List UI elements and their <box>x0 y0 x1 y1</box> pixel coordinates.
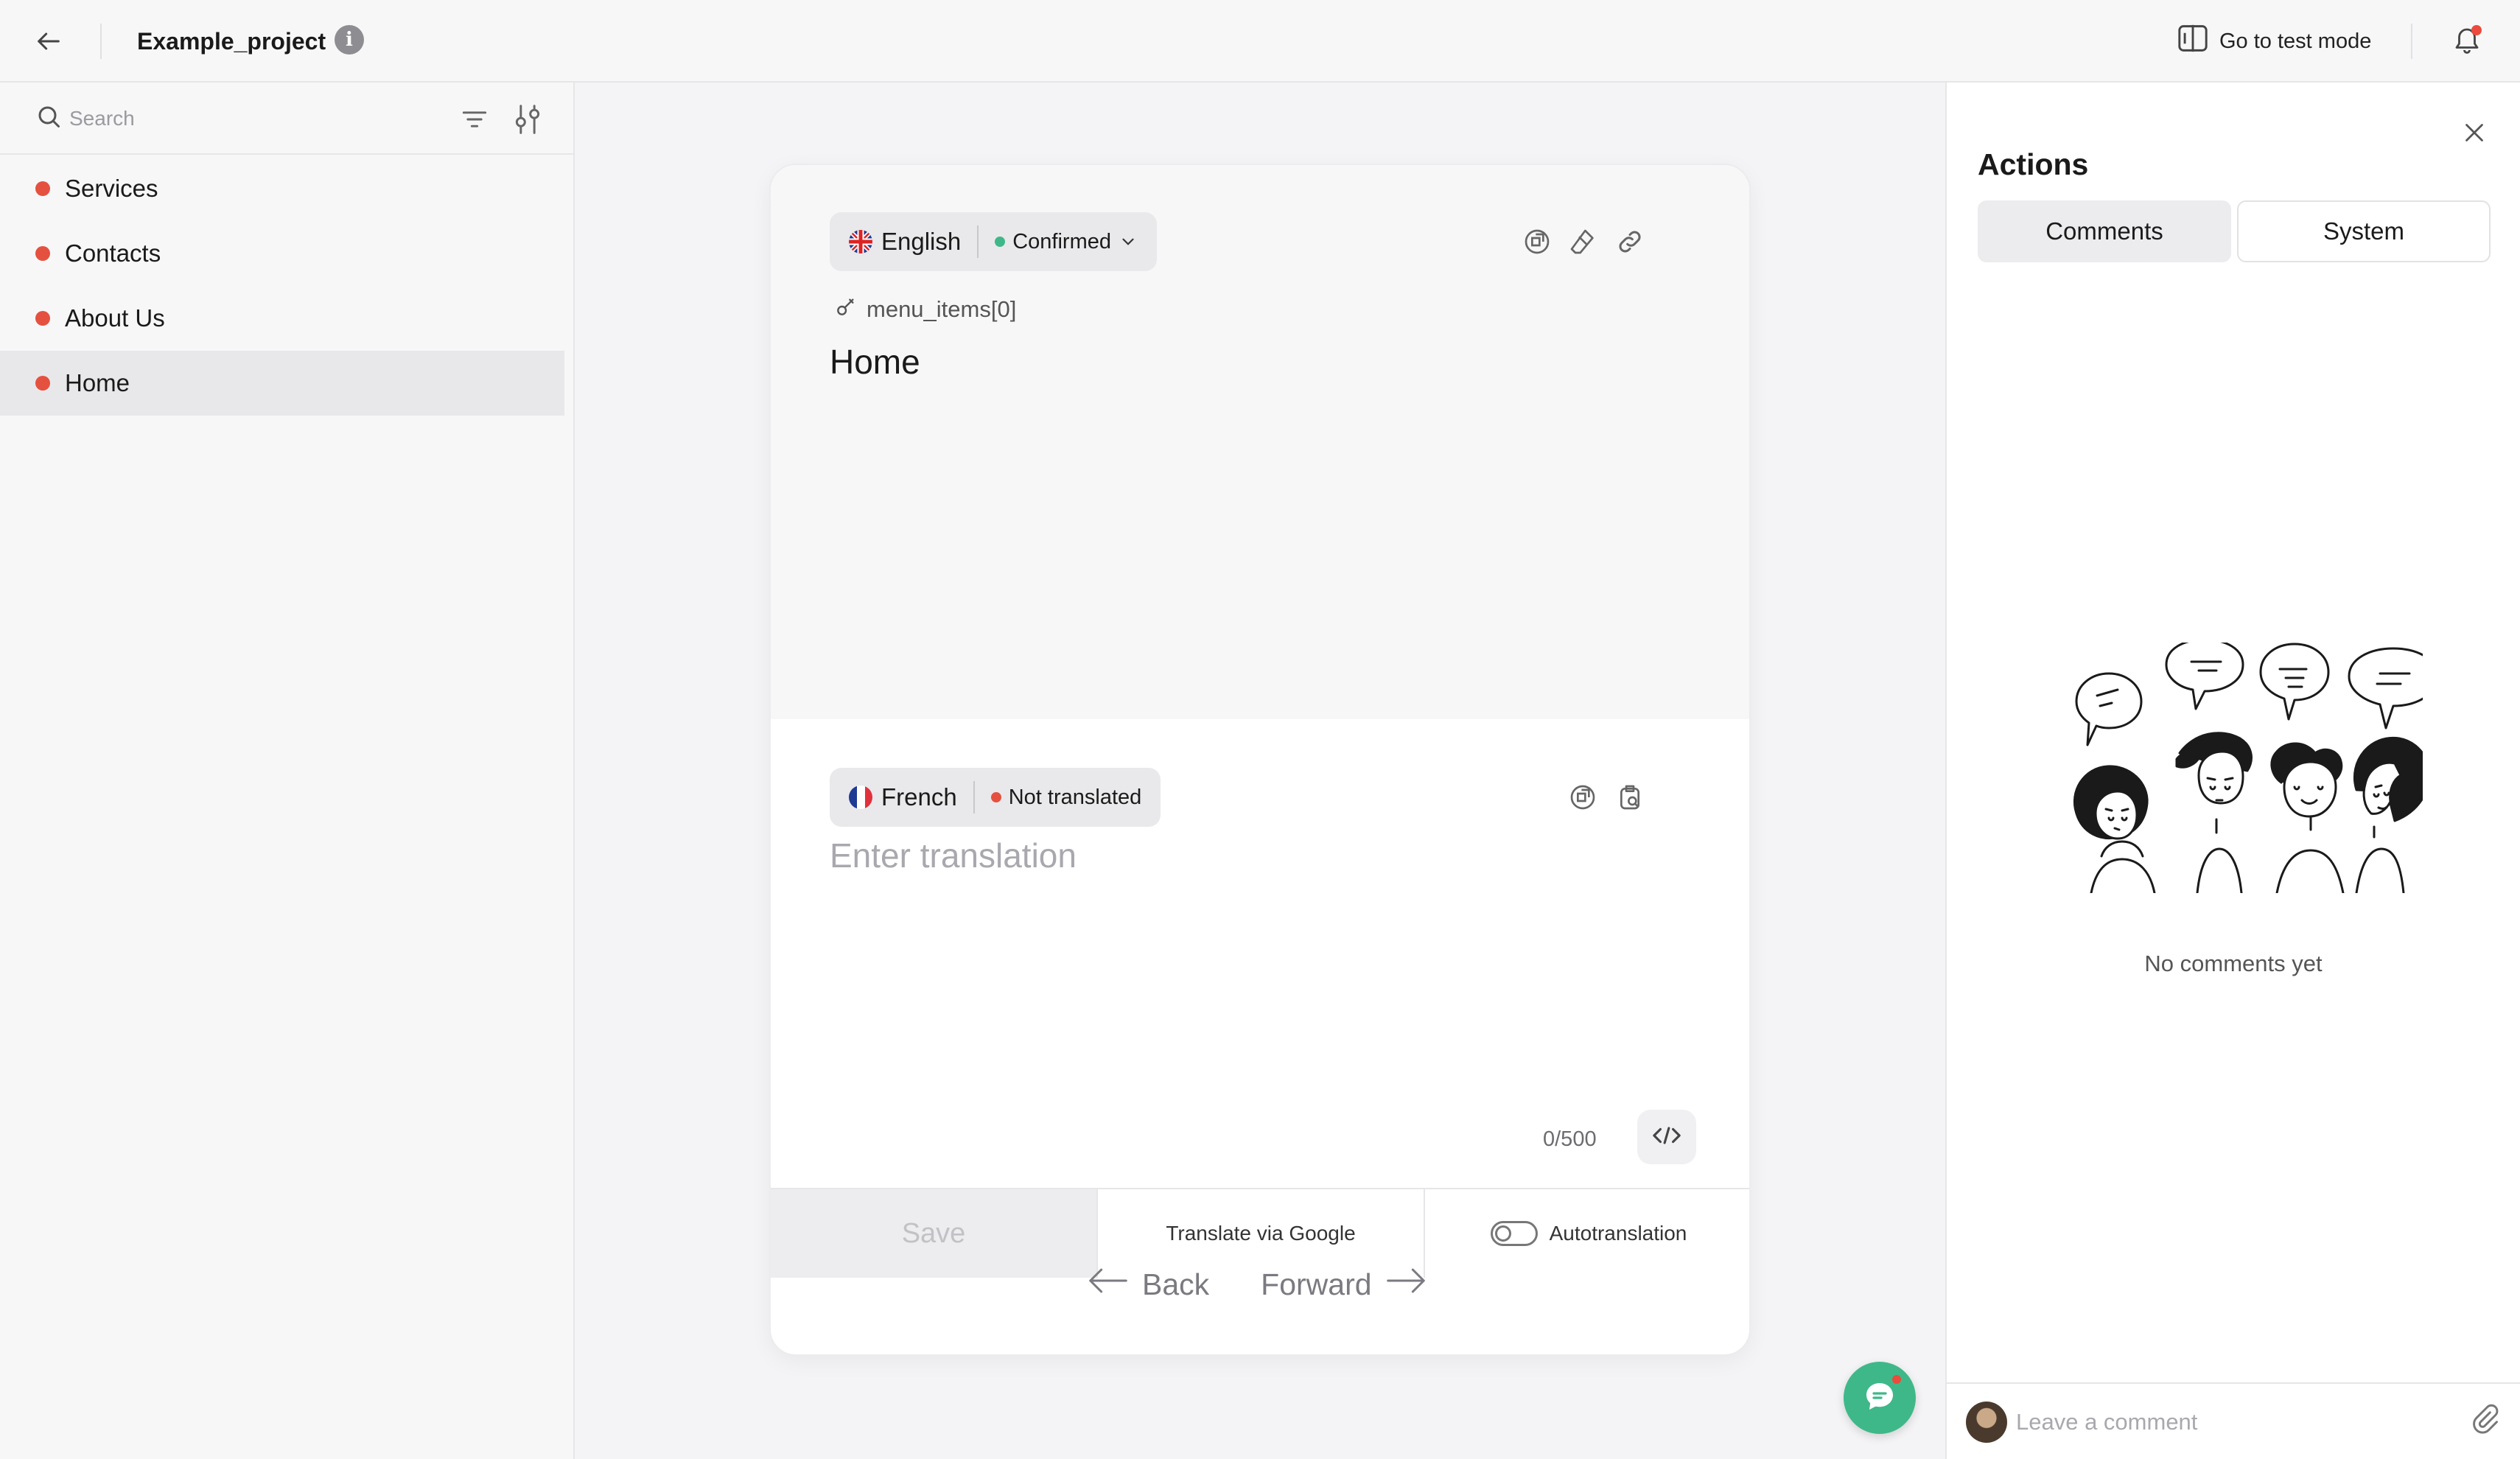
actions-panel: Actions Comments System No comments yet … <box>1945 83 2520 1459</box>
status-dot <box>995 237 1006 247</box>
sidebar-item-label: Contacts <box>65 239 161 267</box>
main-area: English Confirmed menu_items[0] Home Fre… <box>575 83 1945 1459</box>
sliders-icon[interactable] <box>511 102 544 137</box>
project-title: Example_project <box>137 28 326 55</box>
source-language-pill: English Confirmed <box>830 212 1158 271</box>
save-button[interactable]: Save <box>771 1189 1098 1278</box>
sidebar-item-label: Home <box>65 369 130 396</box>
sidebar-item-about-us[interactable]: About Us <box>0 286 564 351</box>
notifications-button[interactable] <box>2446 21 2488 62</box>
filter-icon[interactable] <box>458 103 491 136</box>
sidebar-item-home[interactable]: Home <box>0 351 564 416</box>
translate-via-google-button[interactable]: Translate via Google <box>1098 1189 1425 1278</box>
back-arrow-icon[interactable] <box>29 22 68 60</box>
panel-title: Actions <box>1978 147 2089 181</box>
code-icon <box>1652 1124 1681 1150</box>
status-dot <box>35 376 50 391</box>
autotranslation-toggle[interactable]: Autotranslation <box>1425 1189 1749 1278</box>
people-talking-illustration <box>2047 638 2439 895</box>
go-to-test-mode-button[interactable]: Go to test mode <box>2177 22 2371 60</box>
translation-card: English Confirmed menu_items[0] Home Fre… <box>769 164 1751 1356</box>
toggle-switch[interactable] <box>1490 1221 1538 1246</box>
paste-icon[interactable] <box>1612 780 1648 815</box>
forward-button[interactable]: Forward <box>1261 1266 1426 1303</box>
chat-icon <box>1862 1379 1897 1418</box>
sidebar-item-label: Services <box>65 175 158 202</box>
uk-flag-icon <box>849 230 872 253</box>
toggle-knob <box>1494 1225 1511 1242</box>
test-mode-icon <box>2177 24 2209 59</box>
source-section: English Confirmed menu_items[0] Home <box>771 165 1749 719</box>
key-list: Services Contacts About Us Home <box>0 156 573 416</box>
source-status-label: Confirmed <box>1012 229 1112 253</box>
target-status-label: Not translated <box>1008 785 1142 809</box>
divider <box>2411 24 2412 59</box>
info-icon[interactable]: i <box>335 25 364 55</box>
close-icon[interactable] <box>2455 113 2493 152</box>
chevron-down-icon <box>1119 232 1138 251</box>
divider <box>100 24 102 59</box>
status-dot <box>990 792 1001 802</box>
link-icon[interactable] <box>1612 224 1648 259</box>
eraser-icon[interactable] <box>1565 224 1600 259</box>
pagination-nav: Back Forward <box>1088 1266 1427 1303</box>
key-icon <box>834 295 858 324</box>
tab-comments[interactable]: Comments <box>1978 200 2231 262</box>
source-status-dropdown[interactable]: Confirmed <box>995 230 1138 254</box>
search-row <box>0 83 573 155</box>
search-icon <box>35 103 65 133</box>
divider <box>973 781 975 814</box>
target-language-label: French <box>881 783 957 811</box>
source-text: Home <box>830 343 920 381</box>
character-counter: 0/500 <box>1543 1127 1597 1151</box>
sidebar-item-label: About Us <box>65 304 165 332</box>
comment-input[interactable] <box>2016 1402 2429 1443</box>
forward-label: Forward <box>1261 1267 1372 1301</box>
notification-badge <box>2471 25 2482 35</box>
paperclip-icon[interactable] <box>2468 1403 2507 1441</box>
copy-icon[interactable] <box>1519 224 1555 259</box>
divider <box>977 225 979 258</box>
panel-tabs: Comments System <box>1978 200 2491 262</box>
target-language-pill: French Not translated <box>830 768 1161 827</box>
translation-input[interactable] <box>830 836 1677 1057</box>
tab-system[interactable]: System <box>2237 200 2491 262</box>
chat-badge <box>1891 1374 1903 1385</box>
source-language-label: English <box>881 228 962 255</box>
sidebar-item-contacts[interactable]: Contacts <box>0 221 564 286</box>
top-bar: Example_project i Go to test mode <box>0 0 2520 83</box>
comment-bar <box>1947 1382 2520 1459</box>
sidebar: Services Contacts About Us Home <box>0 83 575 1459</box>
code-view-button[interactable] <box>1637 1110 1696 1164</box>
key-name: menu_items[0] <box>834 295 1016 324</box>
empty-state-text: No comments yet <box>2144 951 2323 976</box>
key-label: menu_items[0] <box>867 296 1017 322</box>
status-dot <box>35 181 50 196</box>
back-button[interactable]: Back <box>1088 1266 1209 1303</box>
back-label: Back <box>1142 1267 1210 1301</box>
france-flag-icon <box>849 786 872 809</box>
search-input[interactable] <box>69 100 438 137</box>
chat-button[interactable] <box>1844 1362 1916 1434</box>
avatar <box>1966 1402 2007 1443</box>
autotranslation-label: Autotranslation <box>1549 1222 1687 1245</box>
sidebar-item-services[interactable]: Services <box>0 156 564 221</box>
arrow-left-icon <box>1088 1266 1129 1303</box>
status-dot <box>35 246 50 261</box>
arrow-right-icon <box>1385 1266 1427 1303</box>
target-status[interactable]: Not translated <box>990 785 1142 810</box>
test-mode-label: Go to test mode <box>2219 29 2372 53</box>
status-dot <box>35 311 50 326</box>
copy-icon[interactable] <box>1565 780 1600 815</box>
